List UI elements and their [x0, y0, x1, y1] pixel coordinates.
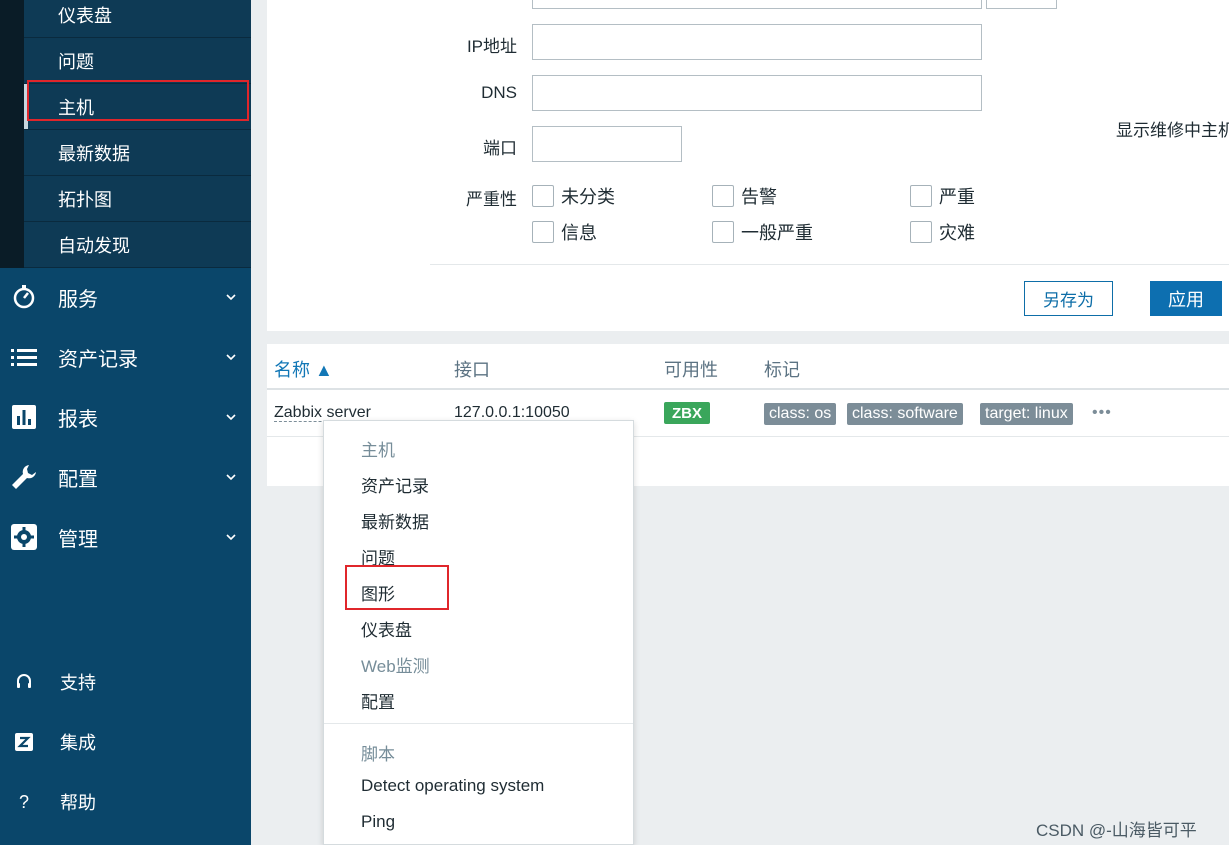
menu-item-label: 配置: [58, 468, 98, 491]
apply-button[interactable]: 应用: [1150, 281, 1222, 316]
headset-icon: [0, 673, 48, 691]
context-menu-header-scripts: 脚本: [361, 745, 395, 764]
dns-label: DNS: [481, 83, 517, 102]
context-menu-item-latest-data[interactable]: 最新数据: [361, 508, 429, 533]
question-icon: ?: [18, 791, 29, 812]
submenu-item-problems[interactable]: 问题: [24, 38, 251, 84]
ip-label: IP地址: [466, 37, 517, 56]
hosts-highlight-box: [27, 80, 249, 121]
checkbox-box[interactable]: [712, 221, 734, 243]
context-menu-separator: [324, 723, 633, 724]
checkbox-label: 严重: [939, 187, 975, 207]
wrench-icon: [0, 463, 48, 491]
context-menu-script-detect-os[interactable]: Detect operating system: [361, 776, 544, 796]
sidebar: 仪表盘 问题 主机 最新数据 拓扑图 自动发现 服务 资产记录 报表 配置 管理…: [0, 0, 251, 845]
checkbox-box[interactable]: [910, 185, 932, 207]
menu-item-reports[interactable]: 报表: [0, 389, 251, 445]
sidebar-item-label: 帮助: [60, 793, 96, 813]
chevron-down-icon: [211, 533, 251, 541]
severity-label: 严重性: [466, 190, 517, 209]
chevron-down-icon: [211, 473, 251, 481]
zbx-availability-badge[interactable]: ZBX: [664, 402, 710, 424]
menu-item-label: 资产记录: [58, 348, 138, 371]
severity-not-classified-checkbox[interactable]: 未分类: [532, 183, 615, 209]
tag-badge[interactable]: target: linux: [980, 403, 1073, 425]
more-tags-icon[interactable]: •••: [1092, 404, 1112, 422]
checkbox-box[interactable]: [532, 221, 554, 243]
checkbox-label: 未分类: [561, 187, 615, 207]
menu-item-services[interactable]: 服务: [0, 269, 251, 325]
port-label: 端口: [483, 139, 517, 158]
zabbix-z-icon: [0, 733, 48, 751]
column-header-interface: 接口: [454, 360, 490, 380]
stopwatch-icon: [0, 284, 48, 310]
checkbox-label: 灾难: [939, 223, 975, 243]
menu-item-label: 管理: [58, 528, 98, 551]
submenu-strip: [0, 0, 24, 268]
gear-icon: [0, 523, 48, 551]
sidebar-item-label: 集成: [60, 733, 96, 753]
menu-item-configuration[interactable]: 配置: [0, 449, 251, 505]
context-menu-item-web: Web监测: [361, 657, 430, 676]
chevron-down-icon: [211, 413, 251, 421]
checkbox-box[interactable]: [532, 185, 554, 207]
menu-item-administration[interactable]: 管理: [0, 509, 251, 565]
tag-badge[interactable]: class: software: [847, 403, 963, 425]
filter-divider: [430, 264, 1229, 265]
host-context-menu: 主机 资产记录 最新数据 问题 图形 仪表盘 Web监测 配置 脚本 Detec…: [323, 420, 634, 845]
context-menu-header-host: 主机: [361, 441, 395, 460]
menu-item-label: 报表: [58, 408, 98, 431]
checkbox-label: 一般严重: [741, 223, 813, 243]
context-menu-script-ping[interactable]: Ping: [361, 812, 395, 832]
checkbox-box[interactable]: [712, 185, 734, 207]
severity-average-checkbox[interactable]: 一般严重: [712, 219, 813, 245]
context-menu-item-inventory[interactable]: 资产记录: [361, 472, 429, 497]
graphs-highlight-box: [345, 565, 449, 610]
ip-field[interactable]: [532, 24, 982, 60]
severity-warning-checkbox[interactable]: 告警: [712, 183, 777, 209]
header-divider: [267, 388, 1229, 390]
context-menu-item-dashboards[interactable]: 仪表盘: [361, 616, 412, 641]
sidebar-item-integrations[interactable]: 集成: [0, 722, 251, 762]
save-as-button[interactable]: 另存为: [1024, 281, 1113, 316]
column-header-tags: 标记: [764, 360, 800, 380]
severity-information-checkbox[interactable]: 信息: [532, 219, 597, 245]
sidebar-item-support[interactable]: 支持: [0, 662, 251, 702]
submenu-item-maps[interactable]: 拓扑图: [24, 176, 251, 222]
checkbox-label: 信息: [561, 223, 597, 243]
column-header-availability: 可用性: [664, 360, 718, 380]
monitoring-submenu: 仪表盘 问题 主机 最新数据 拓扑图 自动发现: [0, 0, 251, 268]
checkbox-label: 告警: [741, 187, 777, 207]
chevron-down-icon: [211, 293, 251, 301]
group-select-field[interactable]: [986, 0, 1057, 9]
severity-disaster-checkbox[interactable]: 灾难: [910, 219, 975, 245]
chevron-down-icon: [211, 353, 251, 361]
sidebar-item-label: 支持: [60, 673, 96, 693]
list-icon: [0, 347, 48, 367]
submenu-item-latest-data[interactable]: 最新数据: [24, 130, 251, 176]
tag-badge[interactable]: class: os: [764, 403, 837, 425]
severity-high-checkbox[interactable]: 严重: [910, 183, 975, 209]
maintenance-label: 显示维修中主机: [1116, 121, 1229, 140]
host-name-field[interactable]: [532, 0, 982, 9]
watermark: CSDN @-山海皆可平: [1036, 821, 1197, 840]
checkbox-box[interactable]: [910, 221, 932, 243]
context-menu-item-configuration[interactable]: 配置: [361, 688, 395, 713]
sidebar-item-help[interactable]: ? 帮助: [0, 782, 251, 822]
menu-item-inventory[interactable]: 资产记录: [0, 329, 251, 385]
dns-field[interactable]: [532, 75, 982, 111]
menu-item-label: 服务: [58, 288, 98, 311]
port-field[interactable]: [532, 126, 682, 162]
submenu-item-dashboard[interactable]: 仪表盘: [24, 0, 251, 38]
bar-chart-icon: [0, 404, 48, 430]
column-header-name[interactable]: 名称 ▲: [274, 356, 333, 382]
submenu-item-discovery[interactable]: 自动发现: [24, 222, 251, 268]
